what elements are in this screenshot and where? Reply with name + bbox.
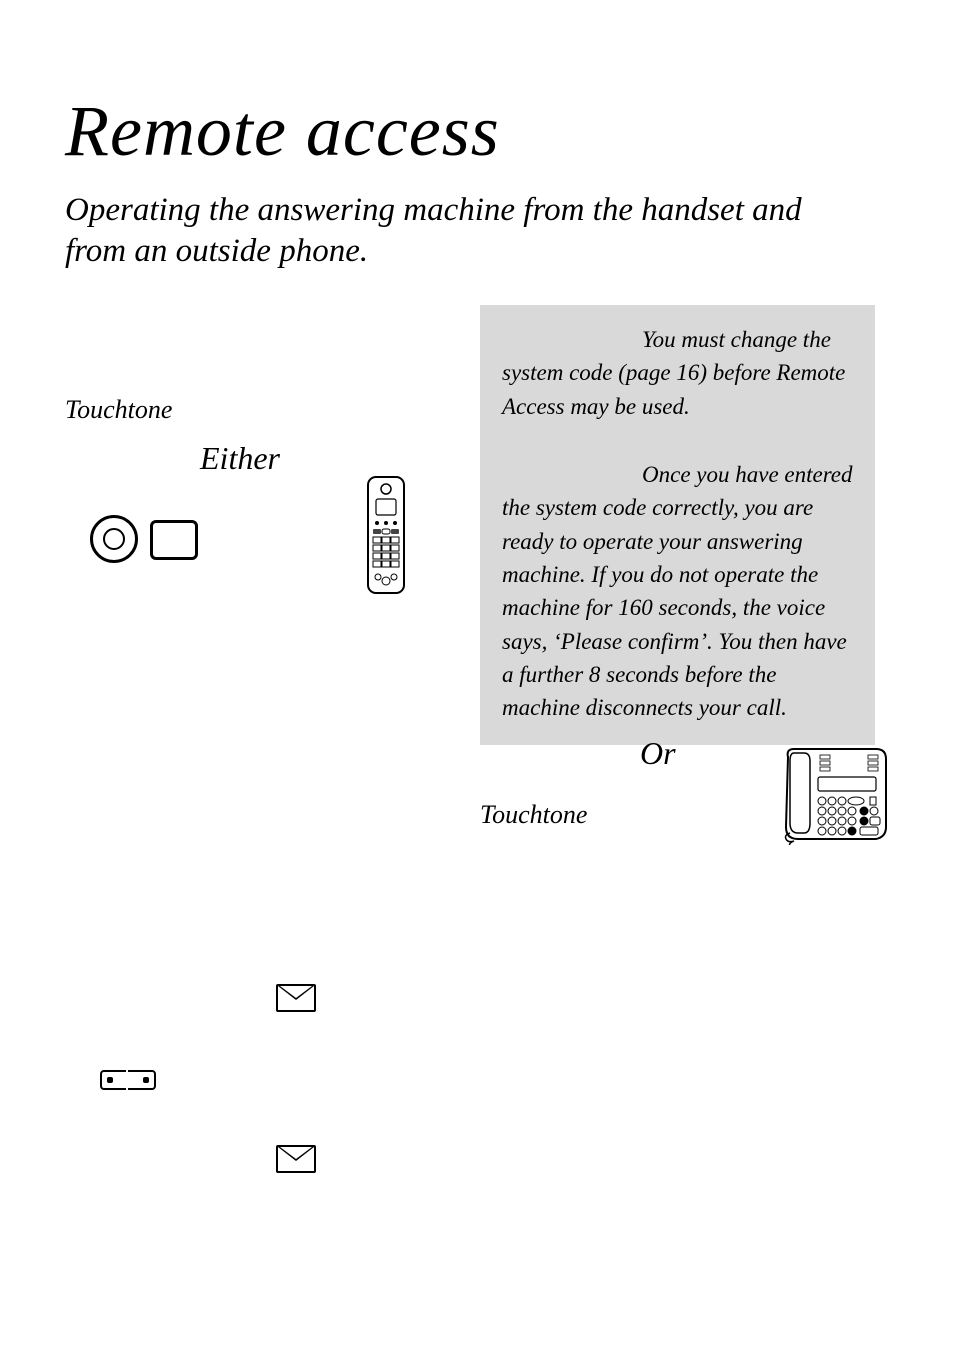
either-label: Either xyxy=(200,440,280,477)
touchtone-label-left: Touchtone xyxy=(65,395,172,425)
dial-circle-icon xyxy=(90,515,138,563)
note-confirm: Once you have entered the system code co… xyxy=(480,440,875,745)
manual-page: Remote access Operating the answering ma… xyxy=(0,0,954,1352)
note-system-code-text: You must change the system code (page 16… xyxy=(502,327,845,419)
touchtone-label-right: Touchtone xyxy=(480,800,587,830)
handset-icon xyxy=(362,475,410,600)
page-title: Remote access xyxy=(65,90,500,173)
note-confirm-text: Once you have entered the system code co… xyxy=(502,462,853,720)
mail-icon xyxy=(276,984,316,1012)
page-subtitle: Operating the answering machine from the… xyxy=(65,190,865,273)
dial-button-icon xyxy=(150,520,198,560)
mail-icon xyxy=(276,1145,316,1173)
deskphone-icon xyxy=(780,745,890,850)
or-label: Or xyxy=(640,735,676,772)
scroll-rocker-icon xyxy=(100,1070,156,1090)
note-system-code: You must change the system code (page 16… xyxy=(480,305,875,443)
dial-speaker-icons xyxy=(90,515,198,563)
